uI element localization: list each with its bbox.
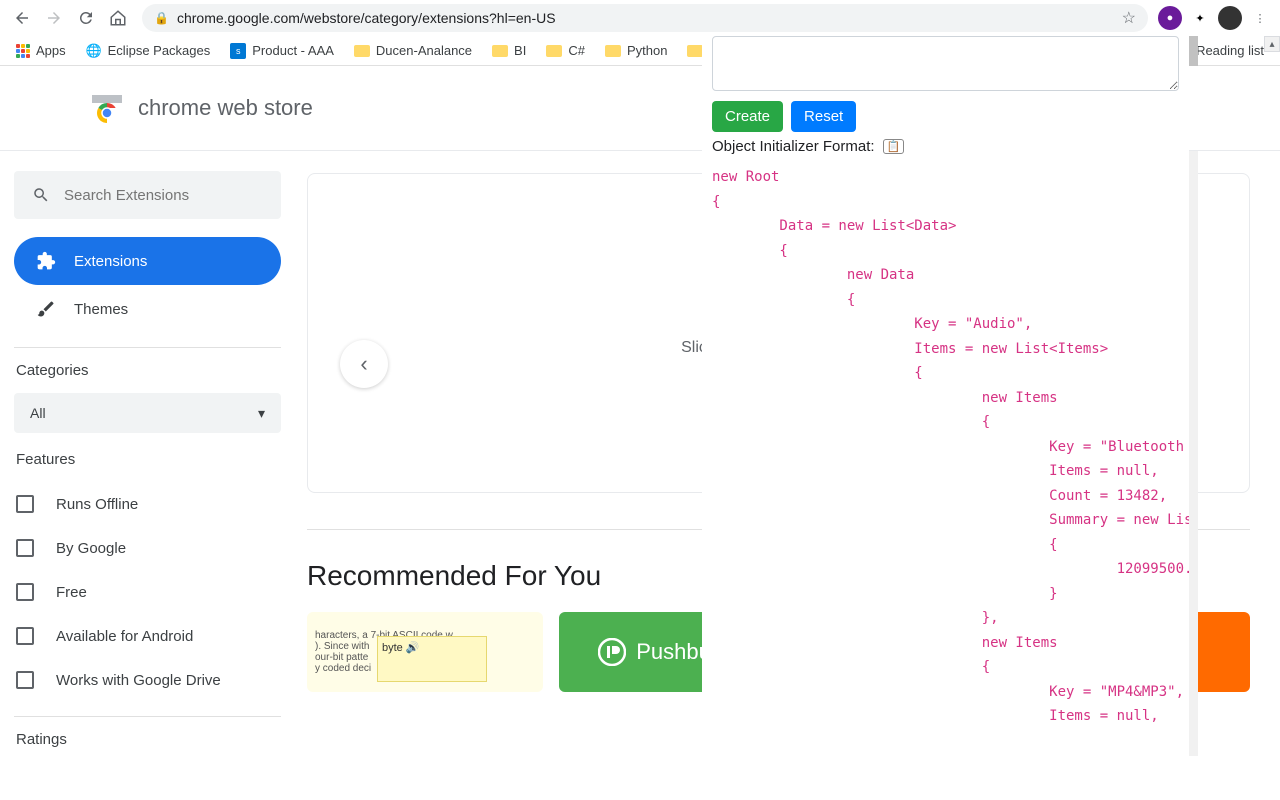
- star-icon[interactable]: ☆: [1122, 8, 1136, 28]
- note-overlay: byte 🔊: [377, 636, 487, 682]
- feature-by-google[interactable]: By Google: [14, 526, 281, 570]
- json-input-textarea[interactable]: [712, 36, 1179, 91]
- feature-free[interactable]: Free: [14, 570, 281, 614]
- kebab-menu-icon[interactable]: ⋮: [1248, 6, 1272, 30]
- nav-themes[interactable]: Themes: [14, 285, 281, 333]
- code-output[interactable]: new Root { Data = new List<Data> { new D…: [702, 161, 1189, 756]
- bookmark-ducen[interactable]: Ducen-Analance: [346, 43, 480, 58]
- clipboard-icon[interactable]: 📋: [883, 139, 905, 154]
- folder-icon: [354, 45, 370, 57]
- feature-drive[interactable]: Works with Google Drive: [14, 658, 281, 702]
- globe-icon: 🌐: [86, 43, 102, 59]
- pushbullet-icon: [598, 638, 626, 666]
- puzzle-icon: [36, 251, 56, 271]
- category-select[interactable]: All▾: [14, 393, 281, 433]
- url-input[interactable]: [177, 10, 1114, 26]
- search-input[interactable]: [64, 187, 263, 204]
- ratings-label: Ratings: [14, 731, 281, 748]
- checkbox[interactable]: [16, 671, 34, 689]
- apps-icon: [16, 44, 30, 58]
- folder-icon: [546, 45, 562, 57]
- extension-panel: Create Reset Object Initializer Format: …: [702, 36, 1189, 756]
- back-icon[interactable]: [8, 4, 36, 32]
- checkbox[interactable]: [16, 627, 34, 645]
- feature-runs-offline[interactable]: Runs Offline: [14, 482, 281, 526]
- forward-icon[interactable]: [40, 4, 68, 32]
- reset-button[interactable]: Reset: [791, 101, 856, 132]
- nav-extensions[interactable]: Extensions: [14, 237, 281, 285]
- divider: [14, 716, 281, 717]
- create-button[interactable]: Create: [712, 101, 783, 132]
- folder-icon: [492, 45, 508, 57]
- chrome-webstore-logo: [90, 91, 124, 125]
- checkbox[interactable]: [16, 539, 34, 557]
- folder-icon: [605, 45, 621, 57]
- browser-toolbar: 🔒 ☆ ● ✦ ⋮: [0, 0, 1280, 36]
- extensions-puzzle-icon[interactable]: ✦: [1188, 6, 1212, 30]
- card-dictionary[interactable]: haracters, a 7-bit ASCII code w ). Since…: [307, 612, 543, 692]
- bookmark-python[interactable]: Python: [597, 43, 675, 58]
- lock-icon: 🔒: [154, 11, 169, 25]
- feature-android[interactable]: Available for Android: [14, 614, 281, 658]
- apps-label: Apps: [36, 43, 66, 58]
- chevron-down-icon: ▾: [258, 405, 265, 422]
- search-icon: [32, 185, 50, 205]
- features-label: Features: [14, 451, 281, 468]
- scroll-up-button[interactable]: ▴: [1264, 36, 1280, 52]
- home-icon[interactable]: [104, 4, 132, 32]
- bookmark-csharp[interactable]: C#: [538, 43, 593, 58]
- checkbox[interactable]: [16, 583, 34, 601]
- carousel-prev-button[interactable]: ‹: [340, 340, 388, 388]
- format-label: Object Initializer Format: 📋: [702, 138, 1189, 161]
- checkbox[interactable]: [16, 495, 34, 513]
- bookmark-product[interactable]: sProduct - AAA: [222, 43, 342, 59]
- extension-icon[interactable]: ●: [1158, 6, 1182, 30]
- bookmark-eclipse[interactable]: 🌐Eclipse Packages: [78, 43, 219, 59]
- search-box[interactable]: [14, 171, 281, 219]
- categories-label: Categories: [14, 362, 281, 379]
- page-title: chrome web store: [138, 95, 313, 121]
- profile-avatar[interactable]: [1218, 6, 1242, 30]
- address-bar[interactable]: 🔒 ☆: [142, 4, 1148, 32]
- bookmark-bi[interactable]: BI: [484, 43, 534, 58]
- extension-icons: ● ✦ ⋮: [1158, 6, 1272, 30]
- brush-icon: [36, 299, 56, 319]
- sidebar: Extensions Themes Categories All▾ Featur…: [0, 151, 295, 800]
- sharepoint-icon: s: [230, 43, 246, 59]
- divider: [14, 347, 281, 348]
- apps-button[interactable]: Apps: [8, 43, 74, 58]
- reload-icon[interactable]: [72, 4, 100, 32]
